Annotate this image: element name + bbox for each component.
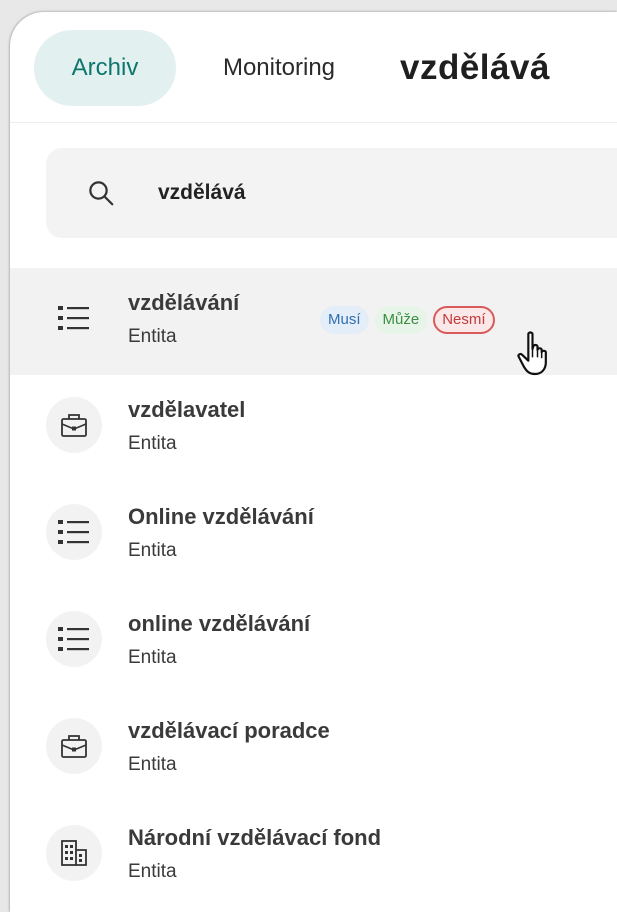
result-type: Entita (128, 861, 177, 882)
result-title: vzdělavatel (128, 397, 246, 422)
list-icon (46, 504, 102, 560)
list-item[interactable]: vzdělávání Entita Musí Může Nesmí (10, 268, 617, 375)
must-not-badge[interactable]: Nesmí (433, 306, 495, 334)
result-title: vzdělávací poradce (128, 718, 330, 743)
tab-monitoring[interactable]: Monitoring (204, 30, 354, 106)
briefcase-icon (46, 397, 102, 453)
list-item[interactable]: vzdělávací poradce Entita (10, 696, 617, 803)
result-type: Entita (128, 540, 177, 561)
list-item[interactable]: Online vzdělávání Entita (10, 482, 617, 589)
result-title: Online vzdělávání (128, 504, 314, 529)
search-input[interactable] (158, 174, 598, 212)
result-type: Entita (128, 433, 177, 454)
result-title: online vzdělávání (128, 611, 311, 636)
tab-archive[interactable]: Archiv (34, 30, 176, 106)
result-title: Národní vzdělávací fond (128, 825, 382, 850)
result-type: Entita (128, 754, 177, 775)
list-icon (46, 611, 102, 667)
tab-bar: Archiv Monitoring vzdělává (10, 12, 617, 123)
result-title: vzdělávání (128, 290, 240, 315)
list-item[interactable]: Národní vzdělávací fond Entita (10, 803, 617, 910)
result-type: Entita (128, 326, 177, 347)
list-item[interactable]: vzdělavatel Entita (10, 375, 617, 482)
results-list: vzdělávání Entita Musí Může Nesmí vzděla… (10, 268, 617, 910)
tab-query-title[interactable]: vzdělává (400, 30, 550, 106)
list-item[interactable]: online vzdělávání Entita (10, 589, 617, 696)
search-box[interactable] (46, 148, 617, 238)
must-badge[interactable]: Musí (320, 306, 369, 334)
briefcase-icon (46, 718, 102, 774)
list-icon (46, 290, 102, 346)
may-badge[interactable]: Může (374, 306, 428, 334)
search-icon (89, 181, 114, 206)
badge-group: Musí Může Nesmí (320, 306, 495, 334)
result-type: Entita (128, 647, 177, 668)
search-panel: Archiv Monitoring vzdělává vzdělává vzdě… (10, 12, 617, 912)
building-icon (46, 825, 102, 881)
